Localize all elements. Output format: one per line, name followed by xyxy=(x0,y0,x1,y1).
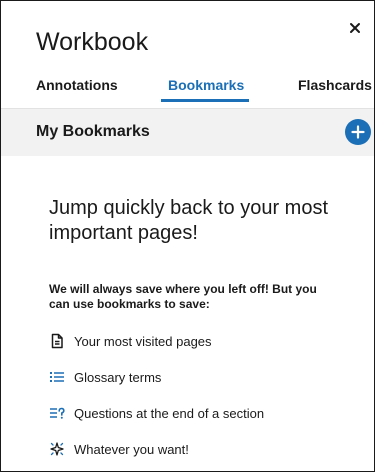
tab-bookmarks[interactable]: Bookmarks xyxy=(168,77,244,93)
list-item: Whatever you want! xyxy=(49,441,359,471)
tab-bar: Annotations Bookmarks Flashcards xyxy=(1,77,374,102)
empty-state-headline: Jump quickly back to your most important… xyxy=(49,197,328,244)
list-item-label: Whatever you want! xyxy=(74,442,189,457)
list-item: Your most visited pages xyxy=(49,333,359,369)
list-item-label: Questions at the end of a section xyxy=(74,406,265,421)
question-list-icon xyxy=(49,405,65,421)
tab-flashcards[interactable]: Flashcards xyxy=(298,77,372,93)
panel-title: Workbook xyxy=(36,28,149,56)
list-item-label: Glossary terms xyxy=(74,370,162,385)
workbook-panel: Workbook Annotations Bookmarks Flashcard… xyxy=(0,0,375,472)
section-title: My Bookmarks xyxy=(36,123,150,140)
add-bookmark-button[interactable] xyxy=(345,119,371,145)
list-item: Questions at the end of a section xyxy=(49,405,359,441)
empty-state-intro: We will always save where you left off! … xyxy=(49,282,317,311)
document-icon xyxy=(49,333,65,349)
list-item-label: Your most visited pages xyxy=(74,334,212,349)
sparkle-icon xyxy=(49,441,65,457)
list-icon xyxy=(49,369,65,385)
list-item: Glossary terms xyxy=(49,369,359,405)
bookmark-tips-list: Your most visited pages Glossary terms Q… xyxy=(49,333,359,471)
plus-icon xyxy=(351,125,365,139)
active-tab-indicator xyxy=(161,99,249,102)
close-icon[interactable] xyxy=(348,21,362,35)
tab-annotations[interactable]: Annotations xyxy=(36,77,118,93)
bookmarks-header: My Bookmarks xyxy=(1,108,374,156)
